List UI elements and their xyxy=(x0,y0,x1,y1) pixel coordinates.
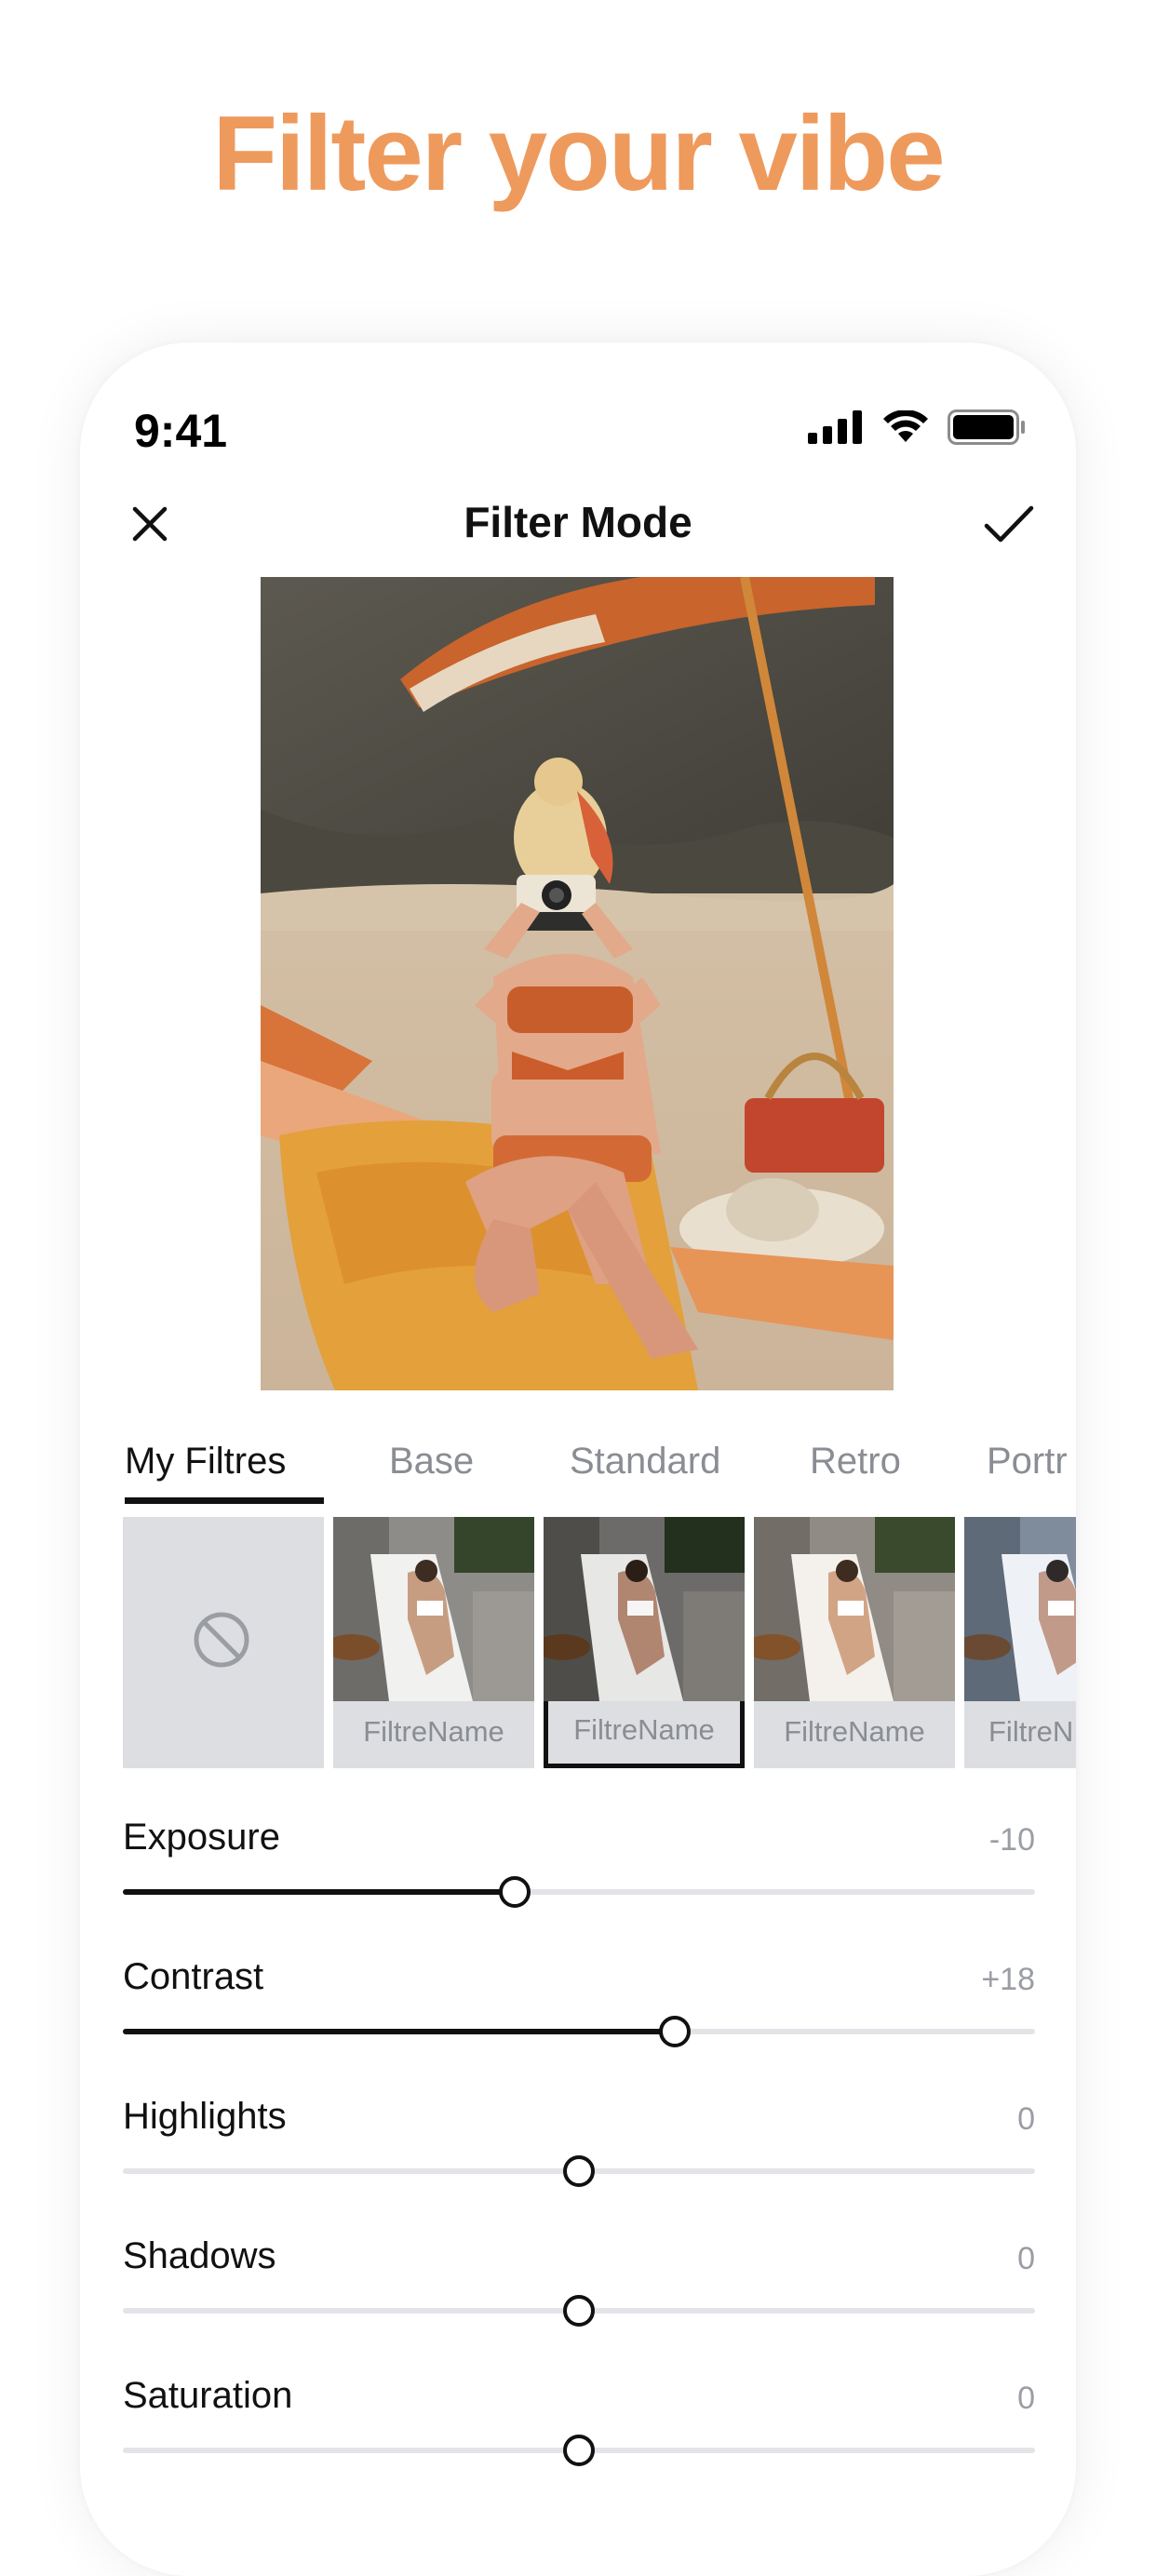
slider-fill xyxy=(123,2029,675,2034)
slider-knob[interactable] xyxy=(499,1876,531,1908)
done-button[interactable] xyxy=(972,491,1046,557)
slider-track[interactable] xyxy=(123,2435,1035,2466)
adjustment-value: -10 xyxy=(988,1822,1035,1858)
adjustment-label: Contrast xyxy=(123,1956,264,1997)
adjustment-exposure: Exposure -10 xyxy=(123,1817,1035,1928)
wifi-icon xyxy=(883,410,928,442)
adjustment-label: Saturation xyxy=(123,2375,293,2416)
filter-thumbnail-image xyxy=(544,1517,745,1701)
adjustment-label: Highlights xyxy=(123,2096,287,2137)
signal-icon xyxy=(808,410,862,444)
tab-retro[interactable]: Retro xyxy=(810,1441,901,1483)
adjustment-contrast: Contrast +18 xyxy=(123,1956,1035,2068)
tab-standard[interactable]: Standard xyxy=(570,1441,720,1483)
battery-icon xyxy=(948,409,1025,445)
adjustment-value: 0 xyxy=(1017,2101,1035,2137)
slider-track[interactable] xyxy=(123,1876,1035,1908)
filter-thumbnail-image xyxy=(754,1517,955,1701)
filter-name: FiltreName xyxy=(573,1713,715,1746)
filter-item[interactable]: FiltreName xyxy=(754,1517,955,1768)
filter-item-selected[interactable]: FiltreName xyxy=(544,1517,745,1768)
filter-name: FiltreName xyxy=(363,1715,504,1748)
filter-none[interactable] xyxy=(123,1517,324,1768)
page-title: Filter Mode xyxy=(464,498,692,546)
filter-name: FiltreN xyxy=(988,1715,1074,1748)
status-time: 9:41 xyxy=(134,405,228,457)
checkmark-icon xyxy=(984,505,1034,543)
slider-knob[interactable] xyxy=(563,2155,595,2187)
slider-track[interactable] xyxy=(123,2155,1035,2187)
filter-tabs: My Filtres Base Standard Retro Portr xyxy=(125,1441,1076,1515)
phone-frame: 9:41 Filter Mode My Filtres Base Standar… xyxy=(80,342,1076,2576)
slider-knob[interactable] xyxy=(563,2435,595,2466)
status-icons xyxy=(808,409,1026,445)
filter-item[interactable]: FiltreName xyxy=(333,1517,534,1768)
filter-thumbnail-image xyxy=(333,1517,534,1701)
adjustment-label: Shadows xyxy=(123,2235,276,2276)
filter-item[interactable]: FiltreN xyxy=(964,1517,1076,1768)
adjustment-value: +18 xyxy=(981,1962,1035,1997)
photo-preview xyxy=(261,577,894,1390)
slider-track[interactable] xyxy=(123,2016,1035,2047)
adjustment-shadows: Shadows 0 xyxy=(123,2235,1035,2347)
filter-thumbnails: FiltreName FiltreName FiltreName FiltreN xyxy=(123,1517,1076,1770)
tab-portrait[interactable]: Portr xyxy=(987,1441,1068,1483)
headline: Filter your vibe xyxy=(212,95,945,213)
no-filter-icon xyxy=(194,1612,249,1668)
adjustment-highlights: Highlights 0 xyxy=(123,2096,1035,2207)
slider-track[interactable] xyxy=(123,2295,1035,2327)
slider-knob[interactable] xyxy=(658,2016,691,2047)
active-tab-indicator xyxy=(125,1497,324,1504)
filter-name: FiltreName xyxy=(784,1715,925,1748)
filter-thumbnail-image xyxy=(964,1517,1076,1701)
adjustment-label: Exposure xyxy=(123,1817,280,1858)
adjustment-value: 0 xyxy=(1017,2381,1035,2416)
adjustment-saturation: Saturation 0 xyxy=(123,2375,1035,2487)
tab-base[interactable]: Base xyxy=(389,1441,474,1483)
slider-fill xyxy=(123,1889,516,1895)
tab-my-filtres[interactable]: My Filtres xyxy=(125,1441,286,1483)
slider-knob[interactable] xyxy=(563,2295,595,2327)
adjustment-value: 0 xyxy=(1017,2241,1035,2276)
